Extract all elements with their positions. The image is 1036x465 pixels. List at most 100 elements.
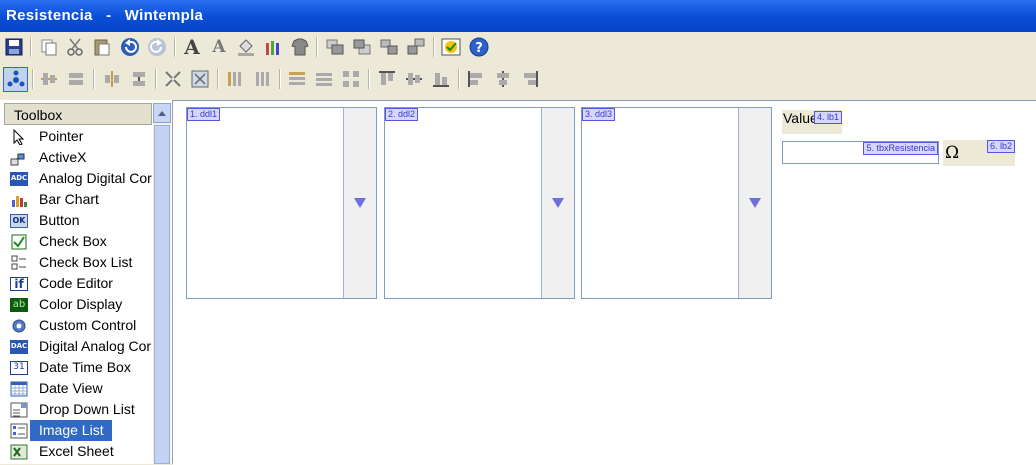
pencils-icon[interactable] [262, 36, 284, 58]
distribute-rows-icon[interactable] [313, 68, 335, 90]
align-middle-icon[interactable] [65, 68, 87, 90]
font-glyph: A [184, 35, 200, 59]
toolbox-item[interactable]: Check Box [8, 231, 148, 252]
copy-icon[interactable] [38, 36, 60, 58]
toolbox-item[interactable]: Custom Control [8, 315, 148, 336]
paste-icon[interactable] [91, 36, 113, 58]
pointer-icon [10, 128, 28, 145]
toolbox-item[interactable]: Check Box List [8, 252, 148, 273]
toolbox-item-label: Digital Analog Cor [39, 338, 152, 354]
expand-icon[interactable] [189, 68, 211, 90]
cut-icon[interactable] [64, 36, 86, 58]
svg-text:?: ? [475, 41, 483, 56]
button-icon: OK [10, 212, 28, 229]
toolbox-item-label: Color Display [39, 296, 123, 312]
space-horizontal-icon[interactable] [101, 68, 123, 90]
same-height-icon[interactable] [286, 68, 308, 90]
redo-icon[interactable] [146, 36, 168, 58]
toolbox-item-label: Drop Down List [39, 401, 135, 417]
shrink-icon[interactable] [162, 68, 184, 90]
check-box-list-icon [10, 254, 28, 271]
ohm-symbol: Ω [945, 143, 960, 163]
help-icon[interactable]: ? [468, 36, 490, 58]
label-lb1[interactable]: Value 4. lb1 [782, 110, 843, 134]
scroll-up-button[interactable] [153, 103, 171, 123]
toolbox-item[interactable]: Excel Sheet [8, 441, 148, 462]
send-back-icon[interactable] [351, 36, 373, 58]
drop-down-list-ddl3[interactable]: 3. ddl3 [581, 107, 772, 299]
toolbox-item[interactable]: Image List [8, 420, 148, 441]
distribute-columns-icon[interactable] [251, 68, 273, 90]
code-editor-glyph: if [10, 276, 28, 291]
fill-color-icon[interactable] [235, 36, 257, 58]
toolbox-item[interactable]: ActiveX [8, 147, 148, 168]
space-vertical-icon[interactable] [128, 68, 150, 90]
tab-order-icon[interactable] [3, 67, 28, 92]
bring-front-icon[interactable] [324, 36, 346, 58]
font-icon[interactable]: A [181, 36, 203, 58]
color-display-icon: ab [10, 296, 28, 313]
toolbox-item[interactable]: if Code Editor [8, 273, 148, 294]
toolbox-item-label: Custom Control [39, 317, 137, 333]
toolbox-item[interactable]: ADC Analog Digital Cor [8, 168, 152, 189]
align-right-icon[interactable] [519, 68, 541, 90]
date-view-icon [10, 380, 28, 397]
toolbox-item[interactable]: DAC Digital Analog Cor [8, 336, 151, 357]
drop-down-list-ddl1[interactable]: 1. ddl1 [186, 107, 377, 299]
dropdown-arrow-icon [354, 198, 366, 208]
drop-down-list-ddl2[interactable]: 2. ddl2 [384, 107, 575, 299]
align-center-icon[interactable] [38, 68, 60, 90]
grid-icon[interactable] [340, 68, 362, 90]
toolbox-item[interactable]: Bar Chart [8, 189, 148, 210]
undo-icon[interactable] [119, 36, 141, 58]
toolbox-item-label: Button [39, 212, 80, 228]
toolbox-item-label: Check Box List [39, 254, 133, 270]
textbox-tbx-resistencia[interactable]: 5. tbxResistencia [782, 141, 939, 164]
group-icon[interactable] [378, 36, 400, 58]
toolbox-item[interactable]: OK Button [8, 210, 148, 231]
image-list-icon [10, 422, 28, 439]
main-toolbar: A A ? [0, 32, 1036, 62]
toolbox-item[interactable]: Pointer [8, 126, 148, 147]
align-left-icon[interactable] [465, 68, 487, 90]
ungroup-icon[interactable] [405, 36, 427, 58]
toolbox-item-label: Pointer [39, 128, 84, 144]
label-text: Value [783, 110, 818, 126]
drop-down-list-icon [10, 401, 28, 418]
shirt-icon[interactable] [289, 36, 311, 58]
code-editor-icon: if [10, 275, 28, 292]
toolbox-item-label: Date View [39, 380, 103, 396]
font-color-icon[interactable]: A [208, 36, 230, 58]
toolbox-item-label: Check Box [39, 233, 107, 249]
toolbox-item[interactable]: Date View [8, 378, 148, 399]
toolbox-item-label: Date Time Box [39, 359, 131, 375]
control-tag: 5. tbxResistencia [863, 142, 938, 155]
toolbox-item-label: Analog Digital Cor [39, 170, 152, 186]
toolbox-item-label: Bar Chart [39, 191, 99, 207]
dac-icon: DAC [10, 338, 28, 355]
toolbox-title: Toolbox [14, 107, 63, 123]
align-top-icon[interactable] [376, 68, 398, 90]
toolbox-item[interactable]: 31 Date Time Box [8, 357, 148, 378]
align-bottom-icon[interactable] [430, 68, 452, 90]
color-display-glyph: ab [10, 297, 28, 312]
align-center-vertical-icon[interactable] [403, 68, 425, 90]
date-time-box-glyph: 31 [10, 360, 28, 375]
activex-icon [10, 149, 28, 166]
dropdown-button[interactable] [541, 108, 574, 298]
dropdown-button[interactable] [343, 108, 376, 298]
toolbox-item-label: Code Editor [39, 275, 113, 291]
dropdown-button[interactable] [738, 108, 771, 298]
save-icon[interactable] [3, 36, 25, 58]
toolbox-item[interactable]: Drop Down List [8, 399, 148, 420]
bar-chart-icon [10, 191, 28, 208]
label-lb2[interactable]: Ω 6. lb2 [943, 140, 1015, 166]
check-shield-icon[interactable] [440, 36, 462, 58]
date-time-box-icon: 31 [10, 359, 28, 376]
control-tag: 3. ddl3 [582, 108, 616, 121]
control-tag: 1. ddl1 [187, 108, 221, 121]
align-center-horizontal-icon[interactable] [492, 68, 514, 90]
toolbox-item[interactable]: ab Color Display [8, 294, 148, 315]
adc-icon: ADC [10, 170, 28, 187]
same-width-icon[interactable] [224, 68, 246, 90]
